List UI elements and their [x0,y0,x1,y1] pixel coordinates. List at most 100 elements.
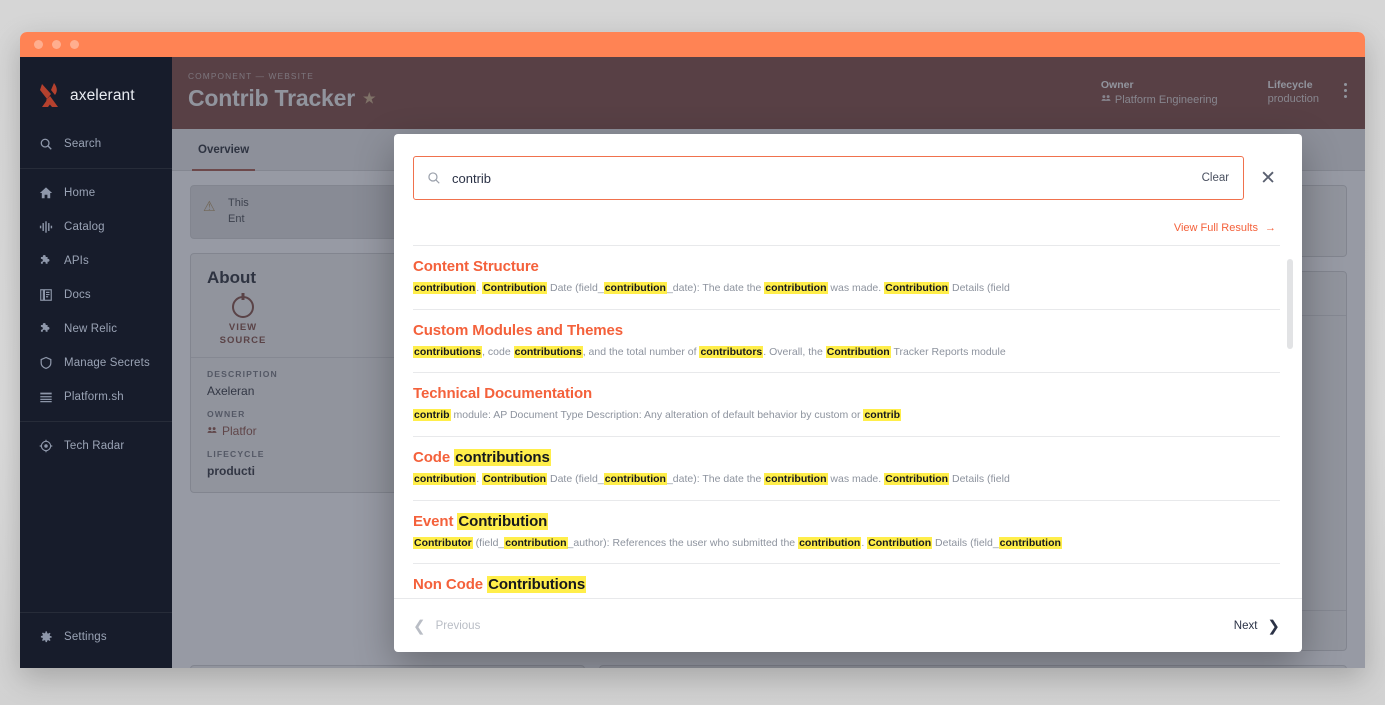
search-result-title: Technical Documentation [413,385,1280,402]
search-results-scroll-area[interactable]: Content Structure contribution. Contribut… [394,245,1302,598]
snippet-text: module: AP Document Type Description: An… [451,409,864,421]
highlight-match: Contributor [413,537,473,549]
shield-icon [38,356,53,371]
highlight-match: Contribution [826,346,891,358]
sidebar-item-search[interactable]: Search [20,127,172,161]
search-result-title: Content Structure [413,258,1280,275]
main-area: COMPONENT — WEBSITE Contrib Tracker ★ Ow… [172,57,1365,668]
highlight-match: contribution [798,537,861,549]
snippet-text: _date): The date the [667,282,764,294]
gear-icon [38,630,53,645]
sidebar-item-tech-radar[interactable]: Tech Radar [20,429,172,463]
sidebar-item-settings[interactable]: Settings [20,620,172,654]
highlight-match: contribution [764,473,827,485]
puzzle-piece-icon [38,322,53,337]
sidebar-item-label: New Relic [64,323,117,335]
title-text: Non Code [413,576,487,593]
docs-book-icon [38,288,53,303]
desktop-background: axelerant Search Home [0,0,1385,705]
app-root: axelerant Search Home [20,57,1365,668]
snippet-text: Details (field [949,473,1010,485]
sidebar-item-manage-secrets[interactable]: Manage Secrets [20,346,172,380]
sidebar-logo-text: axelerant [70,87,135,105]
highlight-match: contributors [699,346,763,358]
browser-window: axelerant Search Home [20,32,1365,668]
search-result-item[interactable]: Content Structurecontribution. Contribut… [413,246,1280,310]
view-full-results-link[interactable]: View Full Results → [1174,222,1276,234]
clear-button[interactable]: Clear [1202,172,1229,184]
highlight-match: Contributions [487,576,586,593]
search-result-item[interactable]: Event ContributionContributor (field_con… [413,501,1280,565]
sidebar-item-label: Tech Radar [64,440,124,452]
sidebar-item-apis[interactable]: APIs [20,244,172,278]
sidebar-item-docs[interactable]: Docs [20,278,172,312]
search-result-item[interactable]: Code contributions contribution. Contribu… [413,437,1280,501]
snippet-text: was made. [828,282,885,294]
stack-lines-icon [38,390,53,405]
sidebar-item-label: Home [64,187,95,199]
previous-page-button[interactable]: ❮ Previous [413,617,480,635]
highlight-match: contrib [863,409,901,421]
window-maximize-dot[interactable] [70,40,79,49]
sidebar-item-label: Settings [64,631,107,643]
results-scrollbar[interactable] [1287,259,1293,349]
snippet-text: was made. [828,473,885,485]
highlight-match: Contribution [482,282,547,294]
search-results-list: Content Structure contribution. Contribut… [413,245,1280,598]
sidebar-item-label: Platform.sh [64,391,124,403]
snippet-text: Details (field_ [932,537,999,549]
sidebar-item-platform-sh[interactable]: Platform.sh [20,380,172,414]
window-close-dot[interactable] [34,40,43,49]
search-result-item[interactable]: Custom Modules and Themescontributions, … [413,310,1280,374]
snippet-text: Details (field [949,282,1010,294]
window-minimize-dot[interactable] [52,40,61,49]
search-icon [38,137,53,152]
catalog-waveform-icon [38,220,53,235]
highlight-match: Contribution [457,513,548,530]
search-result-snippet: contribution. Contribution Date (field_c… [413,472,1280,487]
close-icon[interactable]: ✕ [1256,167,1280,190]
title-text: Technical Documentation [413,385,592,402]
search-result-snippet: contributions, code contributions, and t… [413,345,1280,360]
sidebar-item-new-relic[interactable]: New Relic [20,312,172,346]
radar-target-icon [38,439,53,454]
highlight-match: contribution [999,537,1062,549]
highlight-match: contribution [504,537,567,549]
search-result-title: Non Code Contributions [413,576,1280,593]
snippet-text: , and the total number of [583,346,700,358]
highlight-match: Contribution [884,282,949,294]
sidebar-item-label: APIs [64,255,89,267]
next-page-button[interactable]: Next ❯ [1234,617,1280,635]
highlight-match: contribution [604,282,667,294]
chevron-left-icon: ❮ [413,617,426,635]
search-result-snippet: Contributor (field_contribution_author):… [413,536,1280,551]
snippet-text: Date (field_ [547,282,604,294]
search-result-title: Code contributions [413,449,1280,466]
snippet-text: , code [482,346,514,358]
sidebar-logo[interactable]: axelerant [20,75,172,127]
sidebar-item-home[interactable]: Home [20,176,172,210]
title-text: Custom Modules and Themes [413,322,623,339]
search-modal-footer: ❮ Previous Next ❯ [394,598,1302,652]
highlight-match: Contribution [884,473,949,485]
search-input[interactable] [452,171,1191,186]
axelerant-flame-logo-icon [38,81,65,111]
search-result-title: Event Contribution [413,513,1280,530]
search-field-wrapper[interactable]: Clear [413,156,1244,200]
highlight-match: contribution [604,473,667,485]
search-result-item[interactable]: Non Code ContributionsContribution Autho… [413,564,1280,598]
home-icon [38,186,53,201]
arrow-right-icon: → [1265,222,1276,234]
sidebar-divider [20,168,172,169]
highlight-match: contributions [514,346,583,358]
highlight-match: contributions [413,346,482,358]
search-result-item[interactable]: Technical Documentation contrib module: A… [413,373,1280,437]
sidebar-item-catalog[interactable]: Catalog [20,210,172,244]
snippet-text: (field_ [473,537,505,549]
title-text: Code [413,449,454,466]
sidebar-item-label: Manage Secrets [64,357,150,369]
highlight-match: contribution [413,282,476,294]
search-modal: Clear ✕ View Full Results → Content Stru… [394,134,1302,652]
search-result-title: Custom Modules and Themes [413,322,1280,339]
snippet-text: _author): References the user who submit… [568,537,799,549]
